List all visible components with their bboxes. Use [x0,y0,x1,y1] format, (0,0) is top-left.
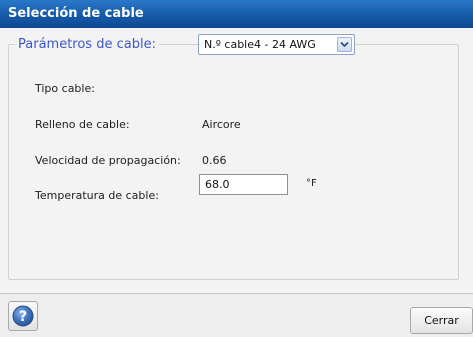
propagation-velocity-value: 0.66 [202,154,227,167]
propagation-velocity-label: Velocidad de propagación: [35,154,181,167]
content-area: Parámetros de cable: Tipo cable: Relleno… [0,28,473,293]
cable-type-label: Tipo cable: [35,82,95,95]
svg-text:?: ? [19,309,27,325]
bottom-bar: ? Cerrar [0,293,473,337]
close-button[interactable]: Cerrar [410,307,473,334]
window-title: Selección de cable [8,6,144,21]
help-button[interactable]: ? [8,301,38,331]
temperature-unit: °F [306,178,317,189]
cable-fill-label: Relleno de cable: [35,118,130,131]
cable-temperature-label: Temperatura de cable: [35,189,159,202]
help-icon: ? [12,305,34,327]
cable-type-selected: N.º cable4 - 24 AWG [204,38,316,51]
window-titlebar: Selección de cable [0,0,473,28]
cable-type-dropdown[interactable]: N.º cable4 - 24 AWG [198,34,355,55]
cable-fill-value: Aircore [202,118,241,131]
cable-parameters-group: Parámetros de cable: Tipo cable: Relleno… [8,37,459,280]
chevron-down-icon[interactable] [337,37,352,52]
group-legend: Parámetros de cable: [18,37,156,52]
cable-temperature-input[interactable] [199,174,288,195]
